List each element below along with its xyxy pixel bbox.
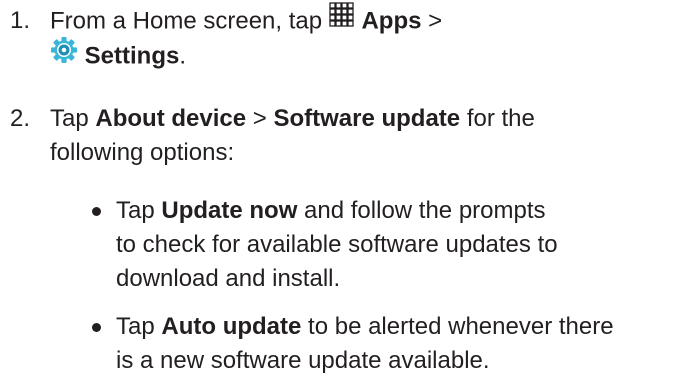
separator: > (428, 7, 443, 35)
step-2-line-1: Tap About device > Software update for t… (50, 102, 535, 136)
step-1-line-1: From a Home screen, tap Apps > (50, 2, 443, 40)
period: . (179, 42, 187, 70)
update-now-label: Update now (161, 197, 298, 224)
step-2-line-2: following options: (50, 139, 235, 166)
apps-label: Apps (361, 7, 422, 35)
about-device-label: About device (95, 105, 247, 132)
bullet-dot (92, 323, 101, 332)
bullet-2-line-2: is a new software update available. (116, 347, 490, 374)
settings-gear-icon (50, 36, 78, 74)
bullet-1-line-3: download and install. (116, 265, 341, 292)
separator: > (252, 105, 267, 132)
step-text: From a Home screen, tap (50, 7, 323, 35)
step-text: for the (466, 105, 535, 132)
auto-update-label: Auto update (161, 313, 302, 340)
step-number: 2. (10, 105, 31, 132)
bullet-2-line-1: Tap Auto update to be alerted whenever t… (116, 310, 614, 344)
settings-label: Settings (84, 42, 180, 70)
bullet-text: Tap (116, 313, 155, 340)
bullet-text: and follow the prompts (304, 197, 546, 224)
bullet-text: to be alerted whenever there (308, 313, 614, 340)
bullet-text: Tap (116, 197, 155, 224)
apps-grid-icon (329, 2, 355, 38)
step-number: 1. (10, 7, 31, 34)
bullet-dot (92, 207, 101, 216)
bullet-1-line-1: Tap Update now and follow the prompts (116, 194, 546, 228)
software-update-label: Software update (273, 105, 461, 132)
step-text: Tap (50, 105, 89, 132)
instructions-document: 1. From a Home screen, tap Apps > Settin… (0, 0, 678, 383)
step-1-line-2: Settings. (50, 36, 187, 76)
bullet-1-line-2: to check for available software updates … (116, 231, 558, 258)
